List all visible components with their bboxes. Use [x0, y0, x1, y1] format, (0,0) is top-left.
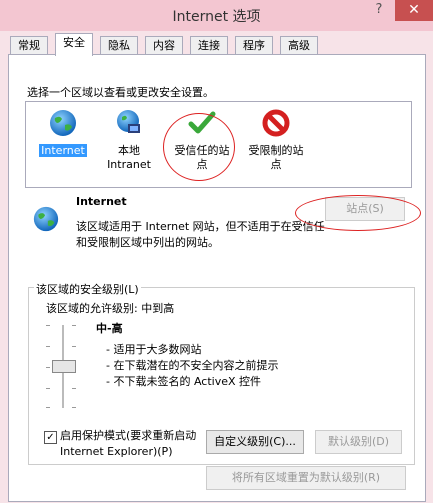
zone-restricted-label-1: 受限制的站: [248, 144, 304, 157]
slider-tick: [72, 407, 76, 408]
zone-intranet-label-2: Intranet: [107, 158, 151, 171]
custom-level-button[interactable]: 自定义级别(C)...: [206, 430, 304, 454]
slider-tick: [46, 388, 50, 389]
tab-programs[interactable]: 程序: [235, 36, 273, 55]
globe-icon: [50, 110, 76, 136]
intranet-globe-icon: [117, 110, 140, 133]
protected-mode-label-2: Internet Explorer)(P): [60, 445, 173, 458]
slider-tick: [46, 367, 50, 368]
zone-info-description-2: 和受限制区域中列出的网站。: [76, 236, 219, 249]
help-button[interactable]: ?: [366, 0, 392, 20]
tab-content[interactable]: 内容: [145, 36, 183, 55]
globe-icon: [33, 206, 59, 232]
zone-local-intranet[interactable]: 本地 Intranet: [98, 108, 160, 178]
level-bullet: - 适用于大多数网站: [106, 343, 202, 356]
tab-privacy[interactable]: 隐私: [100, 36, 138, 55]
reset-all-zones-button[interactable]: 将所有区域重置为默认级别(R): [206, 466, 406, 490]
slider-tick: [72, 325, 76, 326]
protected-mode-label-1: 启用保护模式(要求重新启动: [60, 429, 197, 442]
allowed-level-text: 该区域的允许级别: 中到高: [46, 302, 175, 315]
slider-tick: [46, 346, 50, 347]
zone-restricted-label-2: 点: [270, 158, 282, 171]
zone-intranet-label-1: 本地: [118, 144, 140, 157]
annotation-ellipse-sites: [295, 195, 421, 231]
zone-info-description-1: 该区域适用于 Internet 网站，但不适用于在受信任: [76, 220, 325, 233]
zone-internet-label: Internet: [39, 144, 87, 157]
security-level-title: 该区域的安全级别(L): [34, 281, 141, 297]
protected-mode-checkbox[interactable]: ✓: [44, 431, 57, 444]
tab-connections[interactable]: 连接: [190, 36, 228, 55]
level-bullet: - 不下载未签名的 ActiveX 控件: [106, 375, 262, 388]
title-bar: Internet 选项 ? ✕: [0, 0, 433, 31]
tab-advanced[interactable]: 高级: [280, 36, 318, 55]
slider-thumb[interactable]: [52, 360, 76, 373]
zone-internet[interactable]: Internet: [32, 108, 94, 178]
slider-tick: [72, 388, 76, 389]
default-level-button[interactable]: 默认级别(D): [315, 430, 402, 454]
close-button[interactable]: ✕: [395, 0, 433, 21]
restricted-icon: [262, 109, 290, 137]
level-bullet: - 在下载潜在的不安全内容之前提示: [106, 359, 279, 372]
zone-restricted-sites[interactable]: 受限制的站 点: [240, 108, 312, 178]
slider-tick: [46, 325, 50, 326]
slider-tick: [46, 407, 50, 408]
zone-info-title: Internet: [76, 195, 127, 208]
slider-tick: [72, 346, 76, 347]
annotation-ellipse-trusted: [163, 113, 235, 181]
tab-security[interactable]: 安全: [55, 33, 93, 56]
tab-general[interactable]: 常规: [10, 36, 48, 55]
level-name: 中-高: [96, 322, 123, 335]
zone-prompt: 选择一个区域以查看或更改安全设置。: [27, 86, 214, 99]
